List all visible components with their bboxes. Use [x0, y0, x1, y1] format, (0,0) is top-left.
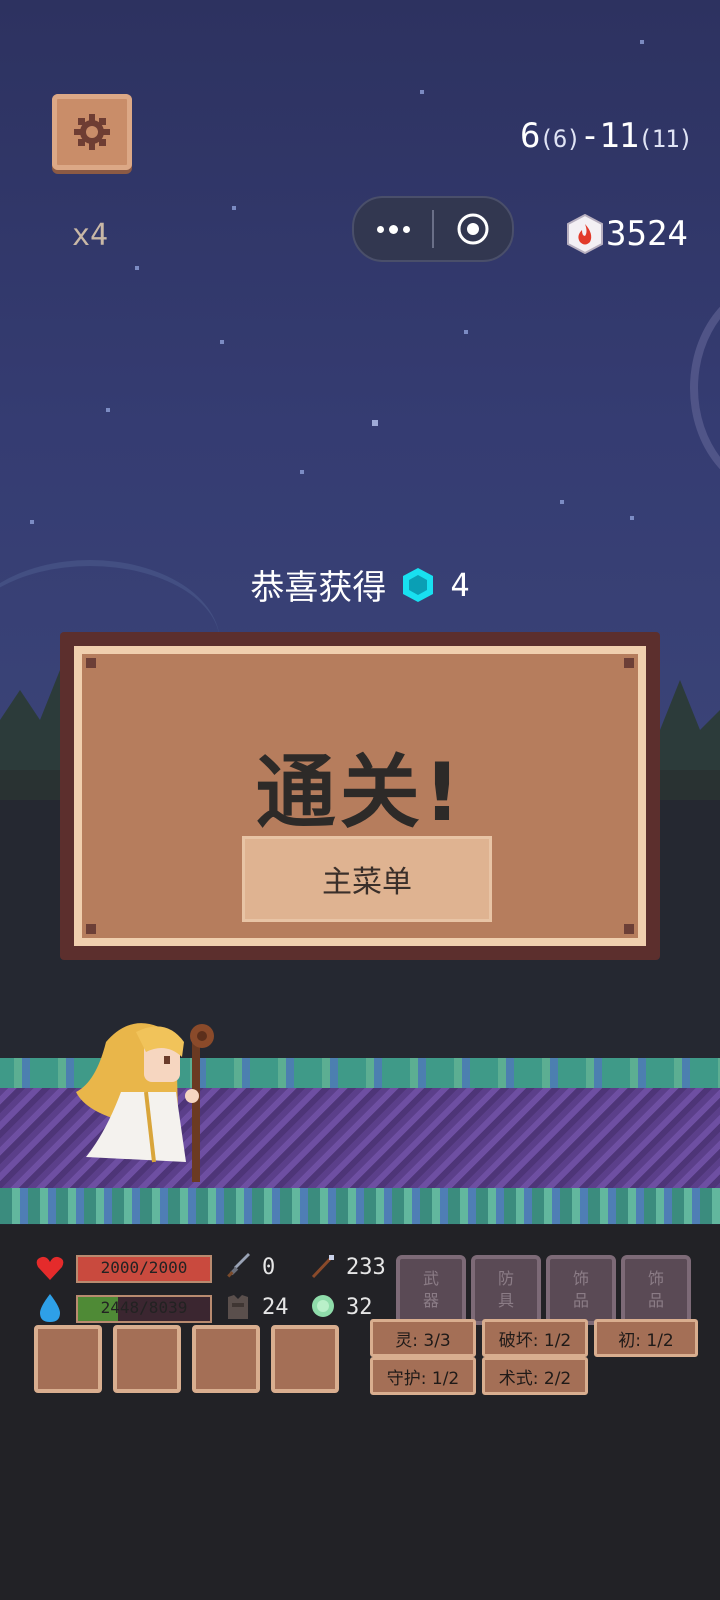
dot-icon [402, 225, 410, 233]
corner-rivet [624, 924, 634, 934]
hero-mage-sprite [76, 1023, 214, 1182]
trait-tag[interactable]: 灵: 3/3 [370, 1319, 476, 1357]
star [232, 206, 236, 210]
dialog-border: 通关! 主菜单 [74, 646, 646, 946]
armor-icon [228, 1295, 248, 1319]
hp-text: 2000/2000 [100, 1258, 188, 1277]
reward-banner: 恭喜获得 4 [0, 560, 720, 609]
star [106, 408, 110, 412]
fire-gem-icon [567, 214, 603, 254]
moon-ring [690, 280, 720, 496]
star [630, 516, 634, 520]
stage-world: 6 [519, 116, 541, 156]
accessory-slot-1[interactable]: 饰品 [546, 1255, 616, 1325]
item-slot[interactable] [34, 1325, 102, 1393]
defense-value: 24 [262, 1295, 289, 1320]
game-scene [0, 0, 720, 1225]
attack-value: 0 [262, 1255, 276, 1280]
close-miniprogram-button[interactable] [434, 198, 512, 260]
star [300, 470, 304, 474]
slot-label: 饰 [572, 1269, 589, 1288]
gear-icon [74, 114, 110, 150]
status-hud: 2000/2000 2448/8039 0 233 24 32 武器 防具 饰品… [0, 1225, 720, 1600]
star [560, 500, 564, 504]
stage-clear-dialog: 通关! 主菜单 [60, 632, 660, 960]
star [372, 420, 378, 426]
stage-world-best: (6) [539, 125, 580, 153]
weapon-slot[interactable]: 武器 [396, 1255, 466, 1325]
corner-rivet [86, 658, 96, 668]
item-slot[interactable] [113, 1325, 181, 1393]
slot-label: 具 [497, 1291, 514, 1310]
slot-label: 饰 [647, 1269, 664, 1288]
reward-amount: 4 [450, 565, 470, 604]
game-speed-toggle[interactable]: x4 [72, 218, 108, 253]
star [30, 520, 34, 524]
grass-strip-bottom [0, 1188, 720, 1224]
stage-clear-title: 通关! [255, 746, 465, 839]
dot-icon [376, 225, 384, 233]
star [464, 330, 468, 334]
trait-tag[interactable]: 破坏: 1/2 [482, 1319, 588, 1357]
mp-bar: 2448/8039 [76, 1295, 212, 1323]
slot-label: 防 [497, 1269, 514, 1288]
item-slot[interactable] [271, 1325, 339, 1393]
sword-icon [227, 1253, 250, 1278]
dot-icon [388, 224, 398, 234]
stage-indicator: 6(6)-11(11) [519, 116, 693, 156]
star [220, 340, 224, 344]
settings-button[interactable] [52, 94, 132, 170]
target-close-icon [457, 213, 489, 245]
more-options-button[interactable] [354, 198, 432, 260]
mp-text: 2448/8039 [100, 1298, 188, 1317]
stage-level: -11 [579, 116, 639, 156]
dialog-body: 通关! 主菜单 [82, 654, 638, 938]
main-menu-button[interactable]: 主菜单 [242, 836, 492, 922]
slot-label: 武 [422, 1269, 439, 1288]
star [420, 90, 424, 94]
currency-amount: 3524 [606, 214, 688, 254]
armor-slot[interactable]: 防具 [471, 1255, 541, 1325]
magic-value: 233 [346, 1255, 386, 1280]
orb-icon [312, 1295, 334, 1317]
slot-label: 品 [572, 1291, 589, 1310]
trait-tag[interactable]: 初: 1/2 [594, 1319, 698, 1357]
currency-display: 3524 [566, 214, 688, 254]
hp-bar: 2000/2000 [76, 1255, 212, 1283]
reward-label: 恭喜获得 [250, 568, 387, 608]
stage-level-best: (11) [638, 125, 693, 153]
slot-label: 器 [422, 1291, 439, 1310]
item-slot[interactable] [192, 1325, 260, 1393]
wand-icon [311, 1255, 334, 1279]
miniprogram-capsule [352, 196, 514, 262]
heart-icon [36, 1256, 64, 1280]
accessory-slot-2[interactable]: 饰品 [621, 1255, 691, 1325]
trait-tag[interactable]: 术式: 2/2 [482, 1357, 588, 1395]
star [640, 40, 644, 44]
trait-tag[interactable]: 守护: 1/2 [370, 1357, 476, 1395]
corner-rivet [624, 658, 634, 668]
corner-rivet [86, 924, 96, 934]
water-drop-icon [40, 1294, 60, 1322]
slot-label: 品 [647, 1291, 664, 1310]
resist-value: 32 [346, 1295, 373, 1320]
cyan-gem-icon [403, 567, 434, 602]
star [135, 266, 139, 270]
